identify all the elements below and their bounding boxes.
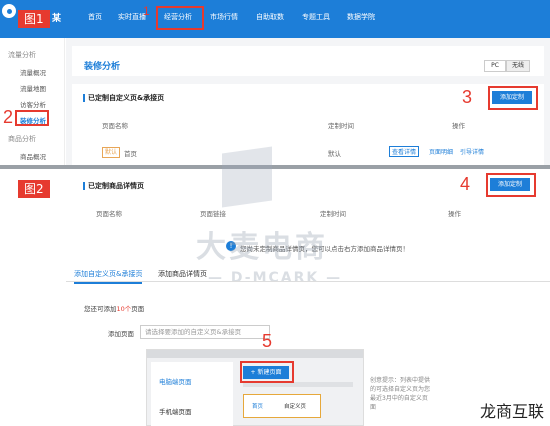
default-tag: 默认 bbox=[102, 147, 121, 158]
sub-tab-group: 首页 自定义页 bbox=[243, 394, 321, 418]
watermark-logo bbox=[222, 146, 272, 208]
annotation-box-nav bbox=[156, 6, 204, 30]
row-custom-time: 默认 bbox=[328, 150, 341, 158]
annotation-box-sidebar bbox=[15, 110, 49, 126]
hint-note: 创意提示：列表中提供的可选择自定义页为您最近3月中的自定义页面 bbox=[370, 377, 431, 411]
s2-col-page-link: 页面链接 bbox=[200, 210, 226, 218]
annotation-box-add2 bbox=[486, 173, 536, 197]
col-page-name: 页面名称 bbox=[102, 122, 128, 130]
nav-home[interactable]: 首页 bbox=[88, 12, 102, 22]
nav-live[interactable]: 实时直播 bbox=[118, 12, 146, 22]
sub-tab-home[interactable]: 首页 bbox=[252, 402, 263, 410]
annotation-number-5: 5 bbox=[262, 331, 273, 351]
corner-watermark: 龙商互联 bbox=[479, 402, 544, 421]
nav-topic-tools[interactable]: 专题工具 bbox=[302, 12, 330, 22]
s2-col-custom-time: 定制时间 bbox=[320, 210, 346, 218]
figure-label-1: 图1 bbox=[18, 10, 50, 28]
nav-self-service[interactable]: 自助取数 bbox=[256, 12, 284, 22]
add-page-tabs: 添加自定义页&承接页 添加商品详情页 bbox=[66, 266, 550, 284]
s2-col-page-name: 页面名称 bbox=[96, 210, 122, 218]
col-custom-time: 定制时间 bbox=[328, 122, 354, 130]
page-title: 装修分析 bbox=[84, 62, 121, 72]
sidebar-group-traffic: 流量分析 bbox=[8, 51, 36, 59]
page-details-link[interactable]: 页面明细 bbox=[429, 147, 453, 156]
annotation-number-2: 2 bbox=[3, 107, 14, 127]
section2-title: 已定制商品详情页 bbox=[83, 182, 144, 190]
main-content: 装修分析 PC 无线 已定制自定义页&承接页 页面名称 定制时间 操作 默认 首… bbox=[66, 38, 550, 168]
custom-pages-panel: 已定制自定义页&承接页 页面名称 定制时间 操作 默认 首页 默认 查看详情 页… bbox=[72, 84, 544, 168]
sidebar-group-product: 商品分析 bbox=[8, 135, 36, 143]
sidebar-item-visitor-analysis[interactable]: 访客分析 bbox=[20, 99, 46, 109]
sidebar: 流量分析 流量概况 流量地图 访客分析 装修分析 商品分析 商品概况 bbox=[0, 38, 65, 168]
tab-add-product-page[interactable]: 添加商品详情页 bbox=[158, 269, 207, 279]
col-actions: 操作 bbox=[452, 122, 465, 130]
remaining-info-prefix: 您还可添加 bbox=[84, 305, 117, 313]
annotation-box-add1 bbox=[488, 86, 538, 110]
annotation-box-new-page bbox=[240, 361, 294, 383]
view-details-button[interactable]: 查看详情 bbox=[389, 146, 420, 157]
watermark-text-cn: 大麦电商 bbox=[196, 230, 328, 265]
sidebar-item-product-overview[interactable]: 商品概况 bbox=[20, 151, 46, 161]
toggle-wireless[interactable]: 无线 bbox=[506, 60, 530, 72]
section1-title: 已定制自定义页&承接页 bbox=[82, 94, 165, 102]
sidebar-item-traffic-map[interactable]: 流量地图 bbox=[20, 83, 46, 93]
nav-market[interactable]: 市场行情 bbox=[210, 12, 238, 22]
page-select[interactable]: 请选择要添加的自定义页&承接页 bbox=[140, 325, 270, 339]
add-page-label: 添加页面 bbox=[108, 330, 134, 338]
remaining-info: 您还可添加10个页面 bbox=[84, 303, 144, 313]
figure-divider bbox=[0, 165, 550, 169]
row-page-name: 首页 bbox=[124, 150, 137, 158]
sub-tab-custom[interactable]: 自定义页 bbox=[284, 402, 306, 410]
top-nav-bar: 某 首页 实时直播 经营分析 市场行情 自助取数 专题工具 数据学院 bbox=[0, 0, 550, 38]
logo-icon bbox=[2, 4, 16, 18]
title-panel: 装修分析 PC 无线 bbox=[72, 46, 544, 76]
tab-add-custom-page[interactable]: 添加自定义页&承接页 bbox=[74, 269, 143, 284]
annotation-number-3: 3 bbox=[462, 87, 473, 107]
annotation-number-4: 4 bbox=[460, 174, 471, 194]
mockup-titlebar bbox=[147, 350, 363, 358]
figure-label-2: 图2 bbox=[18, 180, 50, 198]
remaining-info-suffix: 页面 bbox=[131, 305, 145, 313]
nav-academy[interactable]: 数据学院 bbox=[347, 12, 375, 22]
s2-col-actions: 操作 bbox=[448, 210, 461, 218]
sidebar-item-traffic-overview[interactable]: 流量概况 bbox=[20, 67, 46, 77]
annotation-number-1: 1 bbox=[143, 4, 150, 18]
guide-details-link[interactable]: 引导详情 bbox=[460, 147, 484, 156]
brand-name: 某 bbox=[52, 14, 62, 24]
mockup-left-pane: 电脑端页面 手机端页面 bbox=[151, 362, 233, 426]
mobile-page-item[interactable]: 手机端页面 bbox=[159, 406, 192, 416]
remaining-count: 10个 bbox=[116, 305, 132, 313]
pc-page-item[interactable]: 电脑端页面 bbox=[159, 376, 192, 386]
toggle-pc[interactable]: PC bbox=[484, 60, 506, 72]
